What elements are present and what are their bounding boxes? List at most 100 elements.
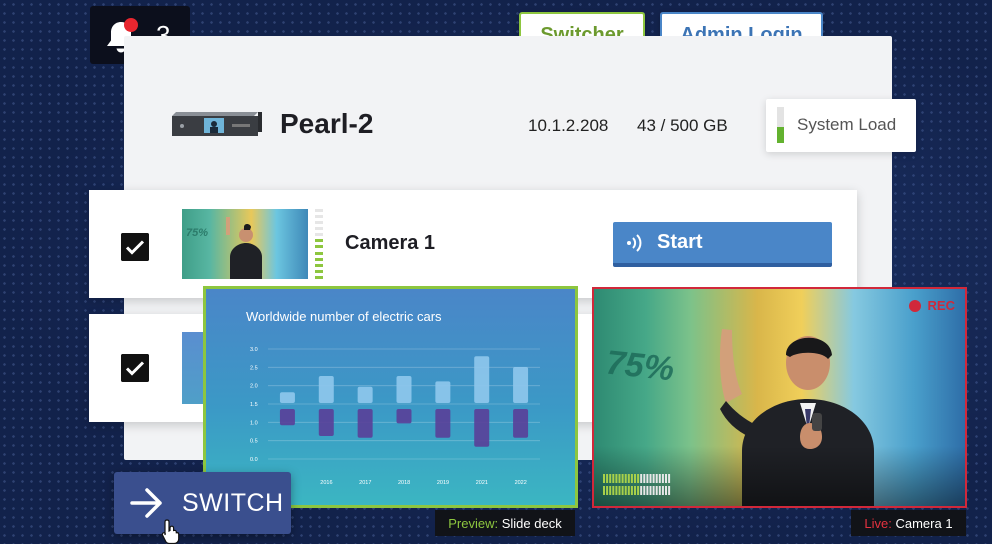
meter-segment: [652, 474, 655, 483]
meter-segment: [640, 486, 643, 495]
meter-segment: [627, 474, 630, 483]
meter-segment: [634, 486, 636, 495]
meter-segment: [624, 474, 627, 483]
system-load-fill: [777, 126, 784, 143]
chart-bar-lower: [357, 409, 373, 438]
meter-segment: [612, 486, 615, 495]
audio-level-meters: [603, 474, 671, 495]
start-button[interactable]: Start: [613, 222, 832, 267]
pearl-device-image: [172, 112, 262, 136]
meter-segment: [618, 474, 621, 483]
channel-row: 75% Camera 1 Start: [89, 190, 857, 298]
meter-segment: [658, 474, 661, 483]
preview-label-value: Slide deck: [498, 515, 562, 531]
broadcast-icon: [627, 233, 642, 252]
chart-bar-lower: [318, 409, 334, 436]
meter-segment: [637, 486, 640, 495]
chart-bar-upper: [396, 376, 412, 403]
chart-bar-lower: [474, 409, 490, 447]
chart-x-tick-label: 2017: [359, 480, 371, 486]
meter-segment: [634, 474, 636, 483]
meter-segment: [640, 474, 643, 483]
chart-bar-upper: [357, 386, 373, 403]
chart-y-tick-label: 0.0: [250, 457, 258, 463]
meter-segment: [643, 474, 646, 483]
meter-segment: [661, 486, 664, 495]
notification-dot: [124, 18, 138, 32]
chart-y-tick-label: 1.0: [250, 420, 258, 426]
chart-x-tick-label: 2018: [398, 480, 410, 486]
preview-label-key: Preview:: [448, 515, 499, 531]
chart-x-tick-label: 2019: [437, 480, 449, 486]
channel-checkbox[interactable]: [121, 354, 149, 382]
chart-y-tick-label: 1.5: [250, 402, 258, 408]
meter-segment: [643, 486, 646, 495]
meter-segment: [606, 486, 609, 495]
arrow-right-icon: [130, 488, 162, 518]
system-load-label: System Load: [797, 115, 897, 134]
switch-button[interactable]: SWITCH: [114, 472, 291, 534]
chart-x-tick-label: 2016: [320, 480, 332, 486]
chart-bar-upper: [318, 376, 334, 403]
chart-y-tick-label: 0.5: [250, 439, 258, 445]
preview-label: Preview: Slide deck: [435, 510, 575, 536]
chart-x-tick-label: 2021: [476, 480, 488, 486]
meter-segment: [668, 486, 671, 495]
device-name: Pearl-2: [280, 108, 374, 139]
live-window[interactable]: 75% REC: [592, 287, 967, 508]
chart-bar-lower: [279, 409, 295, 426]
poster-text: 75%: [604, 343, 676, 389]
live-label-value: Camera 1: [891, 515, 953, 531]
audio-level-meter: [315, 209, 323, 279]
meter-segment: [603, 486, 605, 495]
chart-y-tick-label: 3.0: [250, 347, 258, 353]
meter-segment: [658, 486, 661, 495]
meter-segment: [646, 474, 649, 483]
channel-checkbox[interactable]: [121, 233, 149, 261]
channel-name: Camera 1: [345, 232, 436, 254]
channel-thumbnail: 75%: [182, 209, 308, 279]
meter-segment: [646, 486, 649, 495]
chart-x-tick-label: 2022: [515, 480, 527, 486]
meter-segment: [624, 486, 627, 495]
meter-segment: [609, 474, 612, 483]
record-dot-icon: [908, 299, 921, 312]
chart-y-tick-label: 2.0: [250, 384, 258, 390]
meter-segment: [618, 486, 621, 495]
meter-segment: [615, 474, 618, 483]
meter-segment: [627, 486, 630, 495]
start-button-label: Start: [657, 231, 703, 253]
device-ip: 10.1.2.208: [528, 116, 609, 135]
recording-indicator: REC: [908, 298, 955, 313]
chart-bar-upper: [513, 367, 529, 403]
meter-segment: [621, 486, 624, 495]
meter-segment: [655, 474, 658, 483]
meter-segment: [630, 486, 633, 495]
meter-segment: [649, 474, 652, 483]
meter-segment: [661, 474, 664, 483]
presenter-silhouette: [226, 217, 262, 279]
meter-segment: [665, 486, 667, 495]
thumbnail-poster-text: 75%: [186, 227, 209, 239]
meter-segment: [652, 486, 655, 495]
switch-button-label: SWITCH: [182, 489, 284, 517]
meter-segment: [665, 474, 667, 483]
meter-segment: [637, 474, 640, 483]
live-label-key: Live:: [864, 515, 892, 531]
meter-segment: [668, 474, 671, 483]
chart-bar-lower: [435, 409, 451, 438]
system-load-widget: System Load: [766, 99, 916, 152]
meter-segment: [609, 486, 612, 495]
chart-bar-upper: [474, 356, 490, 403]
chart-y-tick-label: 2.5: [250, 365, 258, 371]
rec-label: REC: [927, 298, 955, 313]
meter-segment: [612, 474, 615, 483]
device-storage: 43 / 500 GB: [637, 116, 728, 135]
meter-segment: [621, 474, 624, 483]
meter-segment: [603, 474, 605, 483]
chart-bar-lower: [513, 409, 529, 438]
chart-bar-lower: [396, 409, 412, 424]
meter-segment: [649, 486, 652, 495]
chart-bar-upper: [279, 392, 295, 403]
meter-segment: [615, 486, 618, 495]
